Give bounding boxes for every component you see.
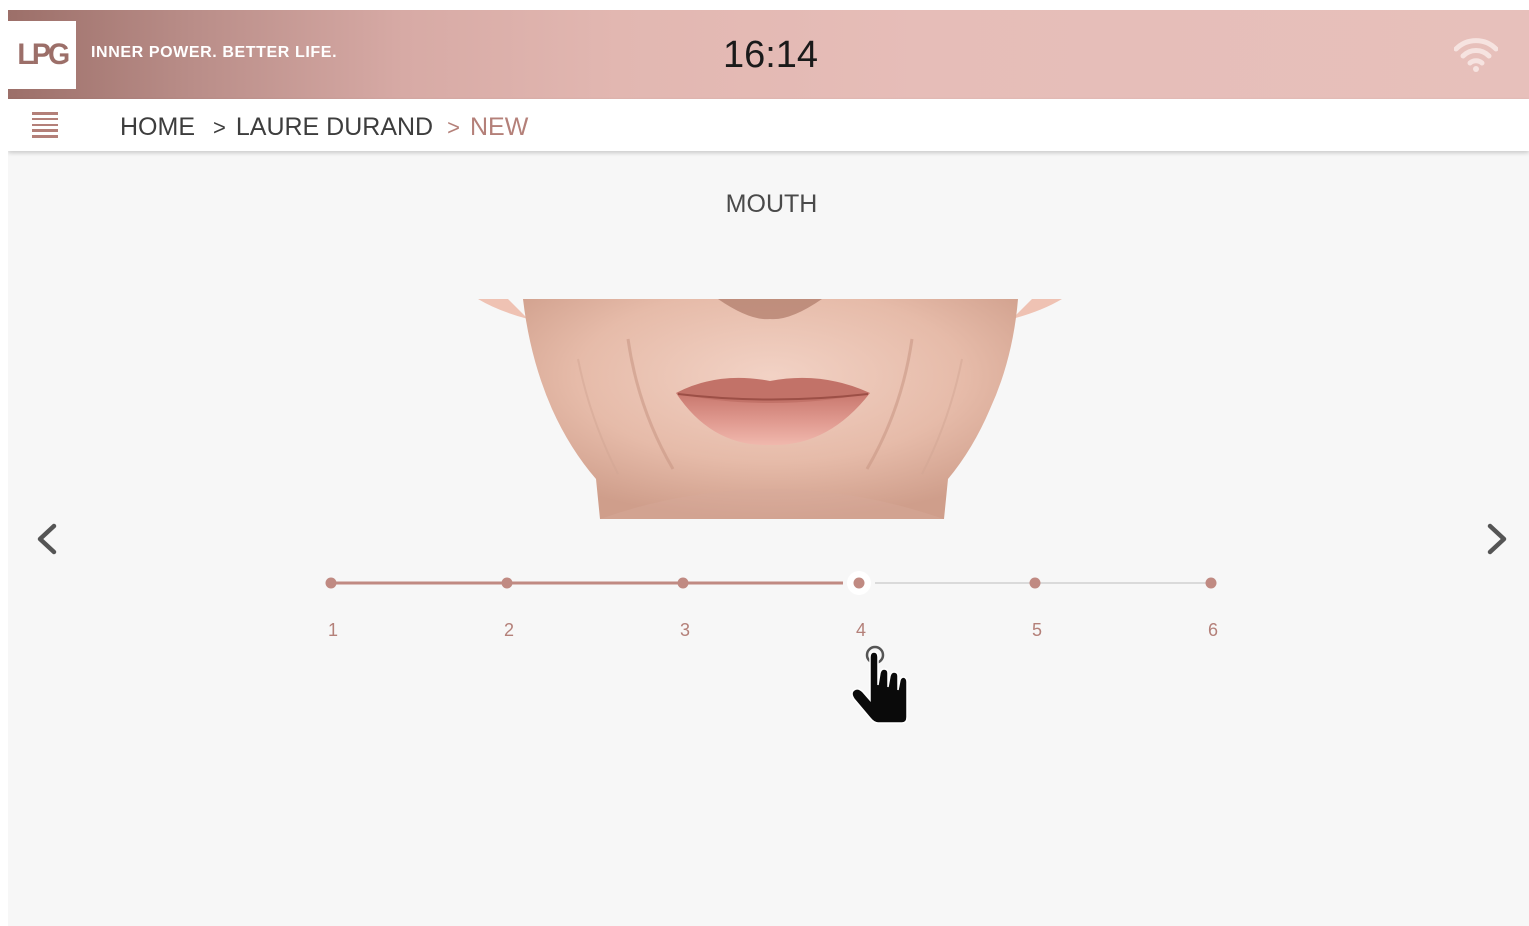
section-title: MOUTH	[725, 190, 818, 218]
wifi-icon	[1454, 38, 1498, 72]
slider-step-1[interactable]	[325, 577, 337, 589]
slider-step-label: 3	[679, 620, 690, 640]
slider-step-3[interactable]	[677, 577, 689, 589]
breadcrumb-home[interactable]: HOME	[120, 113, 195, 141]
hand-pointer-icon	[851, 645, 908, 724]
slider-step-label: 1	[327, 620, 338, 640]
chevron-left-icon[interactable]	[32, 522, 62, 556]
nav-bar: HOME > LAURE DURAND > NEW	[8, 99, 1529, 151]
mouth-image	[478, 299, 1062, 519]
top-bar: LPG INNER POWER. BETTER LIFE. 16:14	[8, 10, 1529, 99]
slider-step-2[interactable]	[501, 577, 513, 589]
hamburger-menu-icon[interactable]	[32, 112, 58, 138]
breadcrumb: HOME > LAURE DURAND > NEW	[120, 113, 528, 142]
chevron-right-icon[interactable]	[1482, 522, 1512, 556]
slider-step-label: 6	[1207, 620, 1218, 640]
slider-step-label: 4	[855, 620, 866, 640]
clock: 16:14	[722, 34, 819, 76]
slider-step-label: 5	[1031, 620, 1042, 640]
breadcrumb-separator: >	[213, 115, 226, 140]
slider-step-4[interactable]	[853, 577, 865, 589]
breadcrumb-current: NEW	[469, 113, 529, 141]
slider-step-6[interactable]	[1205, 577, 1217, 589]
slider-track[interactable]	[8, 570, 1529, 615]
app-window: LPG INNER POWER. BETTER LIFE. 16:14 HOME…	[8, 10, 1529, 926]
breadcrumb-client[interactable]: LAURE DURAND	[236, 113, 433, 141]
slider-step-label: 2	[503, 620, 514, 640]
breadcrumb-separator: >	[447, 115, 460, 140]
slider-step-5[interactable]	[1029, 577, 1041, 589]
step-slider[interactable]: 1 2 3 4 5 6	[8, 570, 1529, 640]
